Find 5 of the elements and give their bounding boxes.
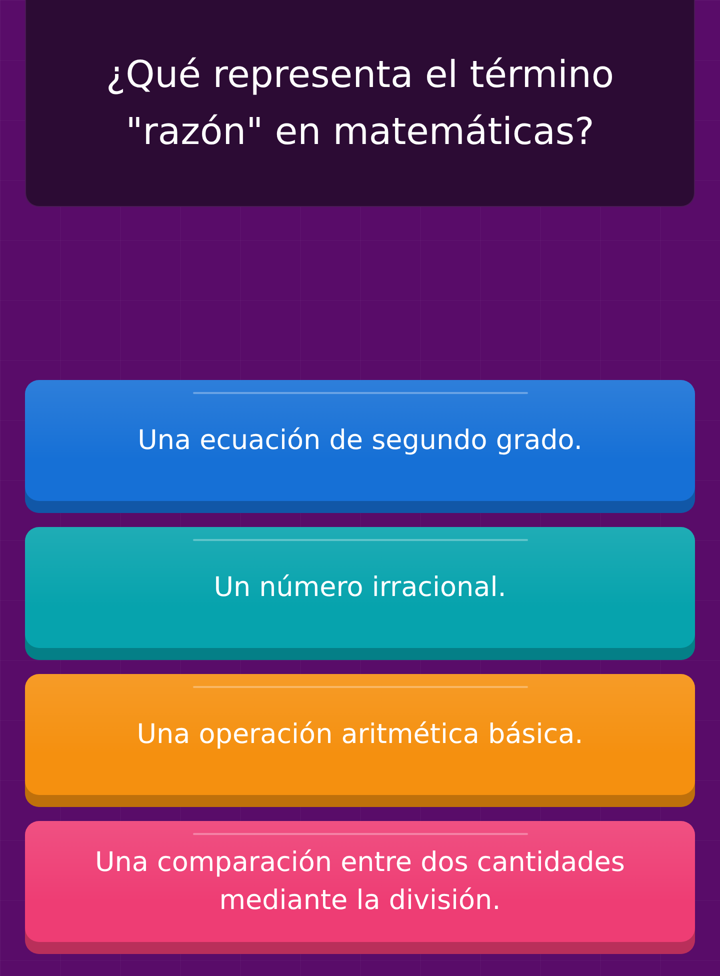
- answer-option[interactable]: Una operación aritmética básica.: [25, 674, 695, 807]
- question-text: ¿Qué representa el término "razón" en matemáticas?: [104, 52, 616, 155]
- answer-option[interactable]: Un número irracional.: [25, 527, 695, 660]
- answer-option[interactable]: Una ecuación de segundo grado.: [25, 380, 695, 513]
- answer-option[interactable]: Una comparación entre dos cantidades mediante la división.: [25, 821, 695, 954]
